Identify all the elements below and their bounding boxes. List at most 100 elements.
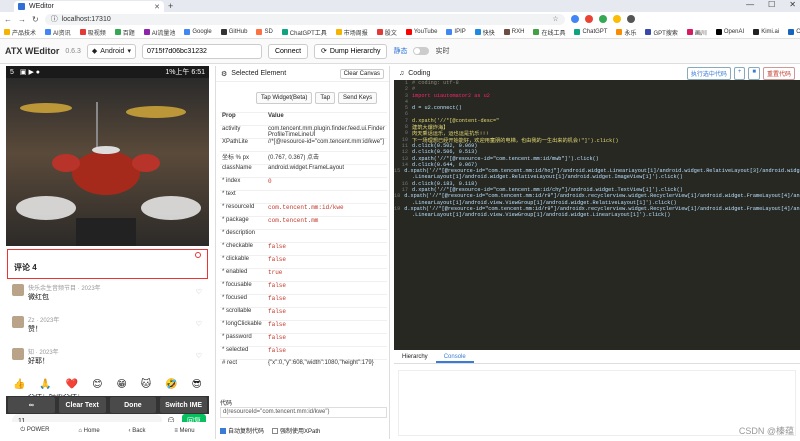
nav-home-button[interactable]: ⌂ Home xyxy=(78,428,99,434)
url-field[interactable]: ⓘ localhost:17310 ☆ xyxy=(44,13,565,25)
nav-back-button[interactable]: ‹ Back xyxy=(129,428,146,434)
extension-icon[interactable] xyxy=(598,15,607,23)
ime-button[interactable]: Done xyxy=(109,397,157,413)
bookmark-item[interactable]: 快快 xyxy=(474,28,495,37)
emoji-key[interactable]: 🐱 xyxy=(141,379,151,390)
nav-menu-button[interactable]: ≡ Menu xyxy=(174,428,194,434)
bookmark-item[interactable]: 在线工具 xyxy=(533,28,565,37)
bookmark-item[interactable]: IPIP xyxy=(446,29,466,35)
connect-button[interactable]: Connect xyxy=(267,43,309,59)
prop-value[interactable]: //*[@resource-id="com.tencent.mm:id/kwe"… xyxy=(266,138,387,152)
bookmark-item[interactable]: OpenAI xyxy=(715,29,744,35)
extension-icon[interactable] xyxy=(584,15,593,23)
bookmark-item[interactable]: YouTube xyxy=(405,29,437,35)
comment-item[interactable]: 知 · 2023年 好耶！ ♡ xyxy=(12,346,208,374)
device-screen[interactable]: 5 ▣ ▶ ● 1%上午 6:51 评论 4 快乐余生音频节目 · 2023年微… xyxy=(6,66,209,439)
like-heart-icon[interactable]: ♡ xyxy=(196,320,202,328)
prop-value[interactable] xyxy=(266,190,387,204)
maximize-icon[interactable]: ☐ xyxy=(768,0,775,9)
ime-button[interactable]: ∞ xyxy=(8,397,55,413)
auto-copy-checkbox[interactable]: 自动复制代码 xyxy=(220,426,264,435)
profile-avatar[interactable] xyxy=(626,15,635,23)
prop-value[interactable]: false xyxy=(266,294,387,308)
extension-icon[interactable] xyxy=(570,15,579,23)
bookmark-star-icon[interactable]: ☆ xyxy=(552,15,558,23)
tab-hierarchy[interactable]: Hierarchy xyxy=(394,350,436,363)
new-tab-icon[interactable]: + xyxy=(168,1,173,11)
reload-icon[interactable]: ↻ xyxy=(32,15,39,24)
bookmark-item[interactable]: 画川 xyxy=(686,28,707,37)
dump-hierarchy-button[interactable]: ⟳ Dump Hierarchy xyxy=(314,43,388,59)
emoji-key[interactable]: 😊 xyxy=(92,379,102,390)
inspector-button[interactable]: Tap Widget(Beta) xyxy=(256,92,313,104)
nav-power-button[interactable]: ⏻ POWER xyxy=(20,427,49,434)
tab-console[interactable]: Console xyxy=(435,350,474,363)
forward-arrow-icon[interactable]: → xyxy=(18,15,26,24)
bookmark-item[interactable]: 百题 xyxy=(114,28,135,37)
bookmark-item[interactable]: AI资讯 xyxy=(45,28,71,37)
prop-value[interactable]: false xyxy=(266,242,387,256)
inspector-button[interactable]: Send Keys xyxy=(338,92,378,104)
ime-button[interactable]: Switch IME xyxy=(160,397,207,413)
minimize-icon[interactable]: — xyxy=(746,0,754,9)
emoji-key[interactable]: ❤️ xyxy=(66,379,78,390)
prop-value[interactable]: false xyxy=(266,307,387,321)
bookmark-item[interactable]: Google xyxy=(184,29,212,35)
bookmark-item[interactable]: ChatGPT工具 xyxy=(281,28,327,37)
console-output[interactable] xyxy=(398,370,796,436)
inspector-button[interactable]: Tap xyxy=(315,92,336,104)
like-heart-icon[interactable]: ♡ xyxy=(196,288,202,296)
clear-canvas-button[interactable]: Clear Canvas xyxy=(339,68,384,79)
prop-value[interactable]: false xyxy=(266,281,387,295)
bookmark-item[interactable]: ChatGPT xyxy=(574,29,607,35)
prop-value[interactable]: false xyxy=(266,333,387,347)
bookmark-item[interactable]: 股文 xyxy=(376,28,397,37)
comment-item[interactable]: Zz · 2023年 赞！ ♡ xyxy=(12,314,208,342)
bookmark-item[interactable]: GPT搜索 xyxy=(645,28,678,37)
avatar[interactable] xyxy=(12,348,24,360)
prop-value[interactable]: true xyxy=(266,268,387,282)
close-sheet-icon[interactable] xyxy=(195,252,201,258)
code-editor[interactable]: 1 # coding: utf-8 2 #3 import uiautomator2 a… xyxy=(394,80,800,350)
prop-value[interactable]: com.tencent.mm:id/kwe xyxy=(266,203,387,217)
emoji-key[interactable]: 😁 xyxy=(116,379,126,390)
bookmark-item[interactable]: 永乐 xyxy=(616,28,636,37)
avatar[interactable] xyxy=(12,316,24,328)
bookmark-item[interactable]: Kimi.ai xyxy=(753,29,779,35)
bookmark-item[interactable]: AI流量池 xyxy=(143,28,175,37)
force-xpath-checkbox[interactable]: 强制使用XPath xyxy=(272,426,320,435)
emoji-key[interactable]: 👍 xyxy=(13,379,25,390)
prop-value[interactable]: android.widget.FrameLayout xyxy=(266,164,387,178)
coding-action-button[interactable]: 执行选中代码 xyxy=(686,66,731,80)
prop-value[interactable]: false xyxy=(266,346,387,360)
close-window-icon[interactable]: ✕ xyxy=(789,0,796,9)
prop-value[interactable]: 0 xyxy=(266,177,387,191)
bookmark-item[interactable]: SD xyxy=(256,29,273,35)
platform-select[interactable]: ◆ Android ▾ xyxy=(86,43,136,59)
browser-tab[interactable]: WEditor ✕ xyxy=(14,1,164,12)
coding-action-button[interactable]: + xyxy=(733,66,746,80)
bookmark-item[interactable]: 市场周报 xyxy=(335,28,368,37)
prop-value[interactable]: false xyxy=(266,320,387,334)
bookmark-item[interactable]: 产品技术 xyxy=(4,28,36,37)
coding-action-button[interactable]: 重置代码 xyxy=(762,66,795,80)
extension-icon[interactable] xyxy=(612,15,621,23)
prop-value[interactable]: false xyxy=(266,255,387,269)
bookmark-item[interactable]: Crunchbase xyxy=(788,29,800,35)
video-frame[interactable] xyxy=(6,78,209,246)
prop-value[interactable]: (0.767, 0.367) 点击 xyxy=(266,151,387,165)
generated-code-field[interactable]: d(resourceId="com.tencent.mm:id/kwe") xyxy=(220,407,387,418)
bookmark-item[interactable]: GitHub xyxy=(220,29,247,35)
like-heart-icon[interactable]: ♡ xyxy=(196,352,202,360)
device-serial-input[interactable] xyxy=(141,43,262,59)
avatar[interactable] xyxy=(12,284,24,296)
prop-value[interactable]: com.tencent.mm.plugin.finder.feed.ui.Fin… xyxy=(266,125,387,139)
close-tab-icon[interactable]: ✕ xyxy=(154,3,160,11)
prop-value[interactable]: com.tencent.mm xyxy=(266,216,387,230)
emoji-key[interactable]: 🤣 xyxy=(165,379,177,390)
ime-button[interactable]: Clear Text xyxy=(58,397,106,413)
prop-value[interactable] xyxy=(266,229,387,243)
back-arrow-icon[interactable]: ← xyxy=(4,15,12,24)
coding-action-button[interactable]: ■ xyxy=(748,66,760,80)
emoji-key[interactable]: 🙏 xyxy=(39,379,51,390)
